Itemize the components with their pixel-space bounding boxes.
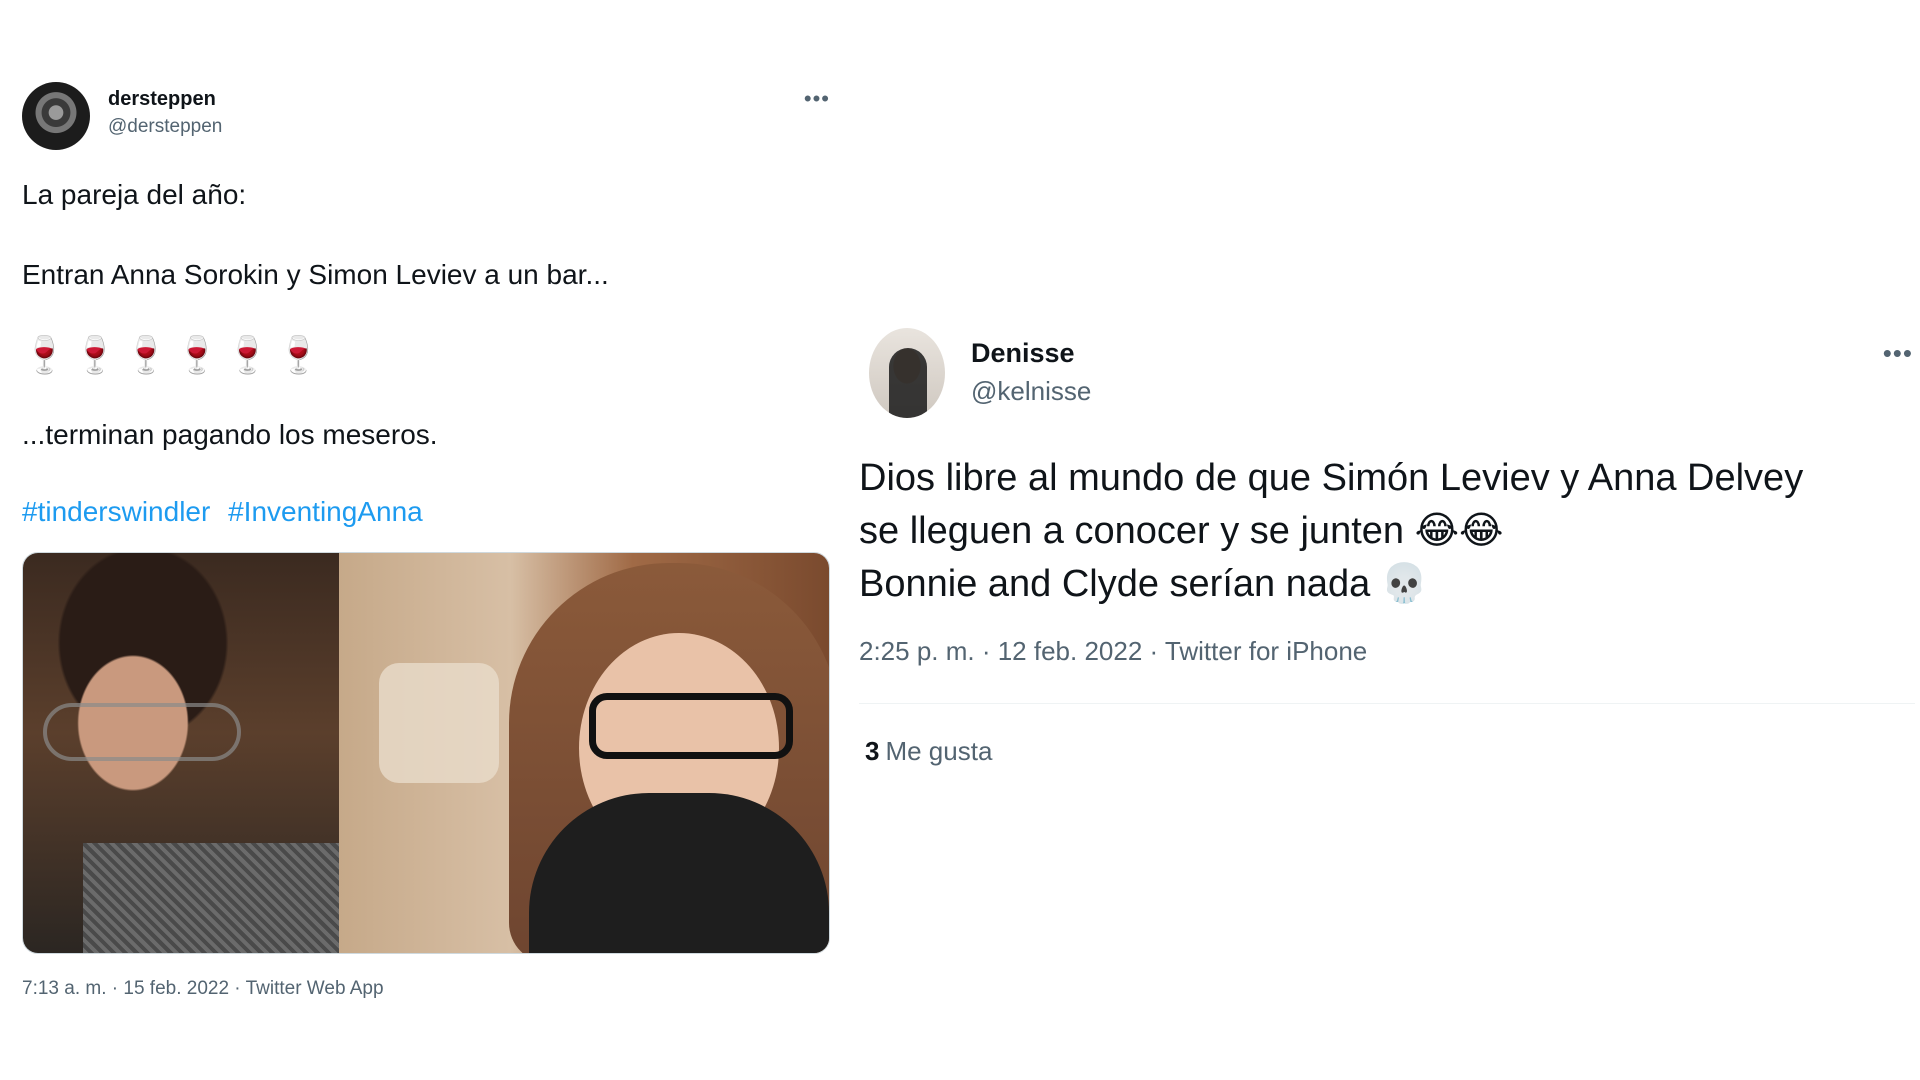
tweet-text-line: ...terminan pagando los meseros. xyxy=(22,419,438,450)
tweet-left: dersteppen @dersteppen ••• La pareja del… xyxy=(22,82,830,999)
more-options-icon[interactable]: ••• xyxy=(1883,338,1913,369)
more-options-icon[interactable]: ••• xyxy=(804,86,830,112)
tweet-text-line: Bonnie and Clyde serían nada 💀 xyxy=(859,563,1429,605)
photo-detail xyxy=(379,663,499,783)
photo-detail xyxy=(83,843,339,953)
display-name[interactable]: Denisse xyxy=(971,338,1075,369)
wine-glass-emoji-row: 🍷🍷🍷🍷🍷🍷 xyxy=(22,334,327,375)
tweet-header: Denisse @kelnisse ••• xyxy=(859,328,1915,418)
user-handle[interactable]: @kelnisse xyxy=(971,376,1091,407)
tweet-media[interactable] xyxy=(22,552,830,954)
hashtag-link[interactable]: #InventingAnna xyxy=(228,496,423,527)
photo-detail xyxy=(43,703,241,761)
user-handle[interactable]: @dersteppen xyxy=(108,116,222,138)
likes-label: Me gusta xyxy=(885,736,993,766)
tweet-text-line: Dios libre al mundo de que Simón Leviev … xyxy=(859,457,1804,499)
tweet-header: dersteppen @dersteppen ••• xyxy=(22,82,830,152)
avatar[interactable] xyxy=(22,82,90,150)
photo-detail xyxy=(589,693,793,759)
photo-man[interactable] xyxy=(23,553,339,953)
display-name[interactable]: dersteppen xyxy=(108,88,216,111)
photo-woman[interactable] xyxy=(339,553,829,953)
tweet-text-line: La pareja del año: xyxy=(22,179,247,210)
hashtags: #tinderswindler #InventingAnna xyxy=(22,496,433,528)
tweet-timestamp[interactable]: 7:13 a. m. · 15 feb. 2022 · Twitter Web … xyxy=(22,978,384,1000)
tweet-right: Denisse @kelnisse ••• Dios libre al mund… xyxy=(859,328,1915,766)
tweet-text-line: se lleguen a conocer y se junten 😂😂 xyxy=(859,510,1504,552)
likes-number: 3 xyxy=(865,736,880,766)
tweet-timestamp[interactable]: 2:25 p. m. · 12 feb. 2022 · Twitter for … xyxy=(859,636,1367,667)
hashtag-link[interactable]: #tinderswindler xyxy=(22,496,210,527)
divider xyxy=(859,703,1915,704)
likes-count[interactable]: 3 Me gusta xyxy=(865,736,992,767)
tweet-text-line: Entran Anna Sorokin y Simon Leviev a un … xyxy=(22,259,609,290)
tweet-text: Dios libre al mundo de que Simón Leviev … xyxy=(859,452,1915,611)
avatar[interactable] xyxy=(869,328,945,418)
